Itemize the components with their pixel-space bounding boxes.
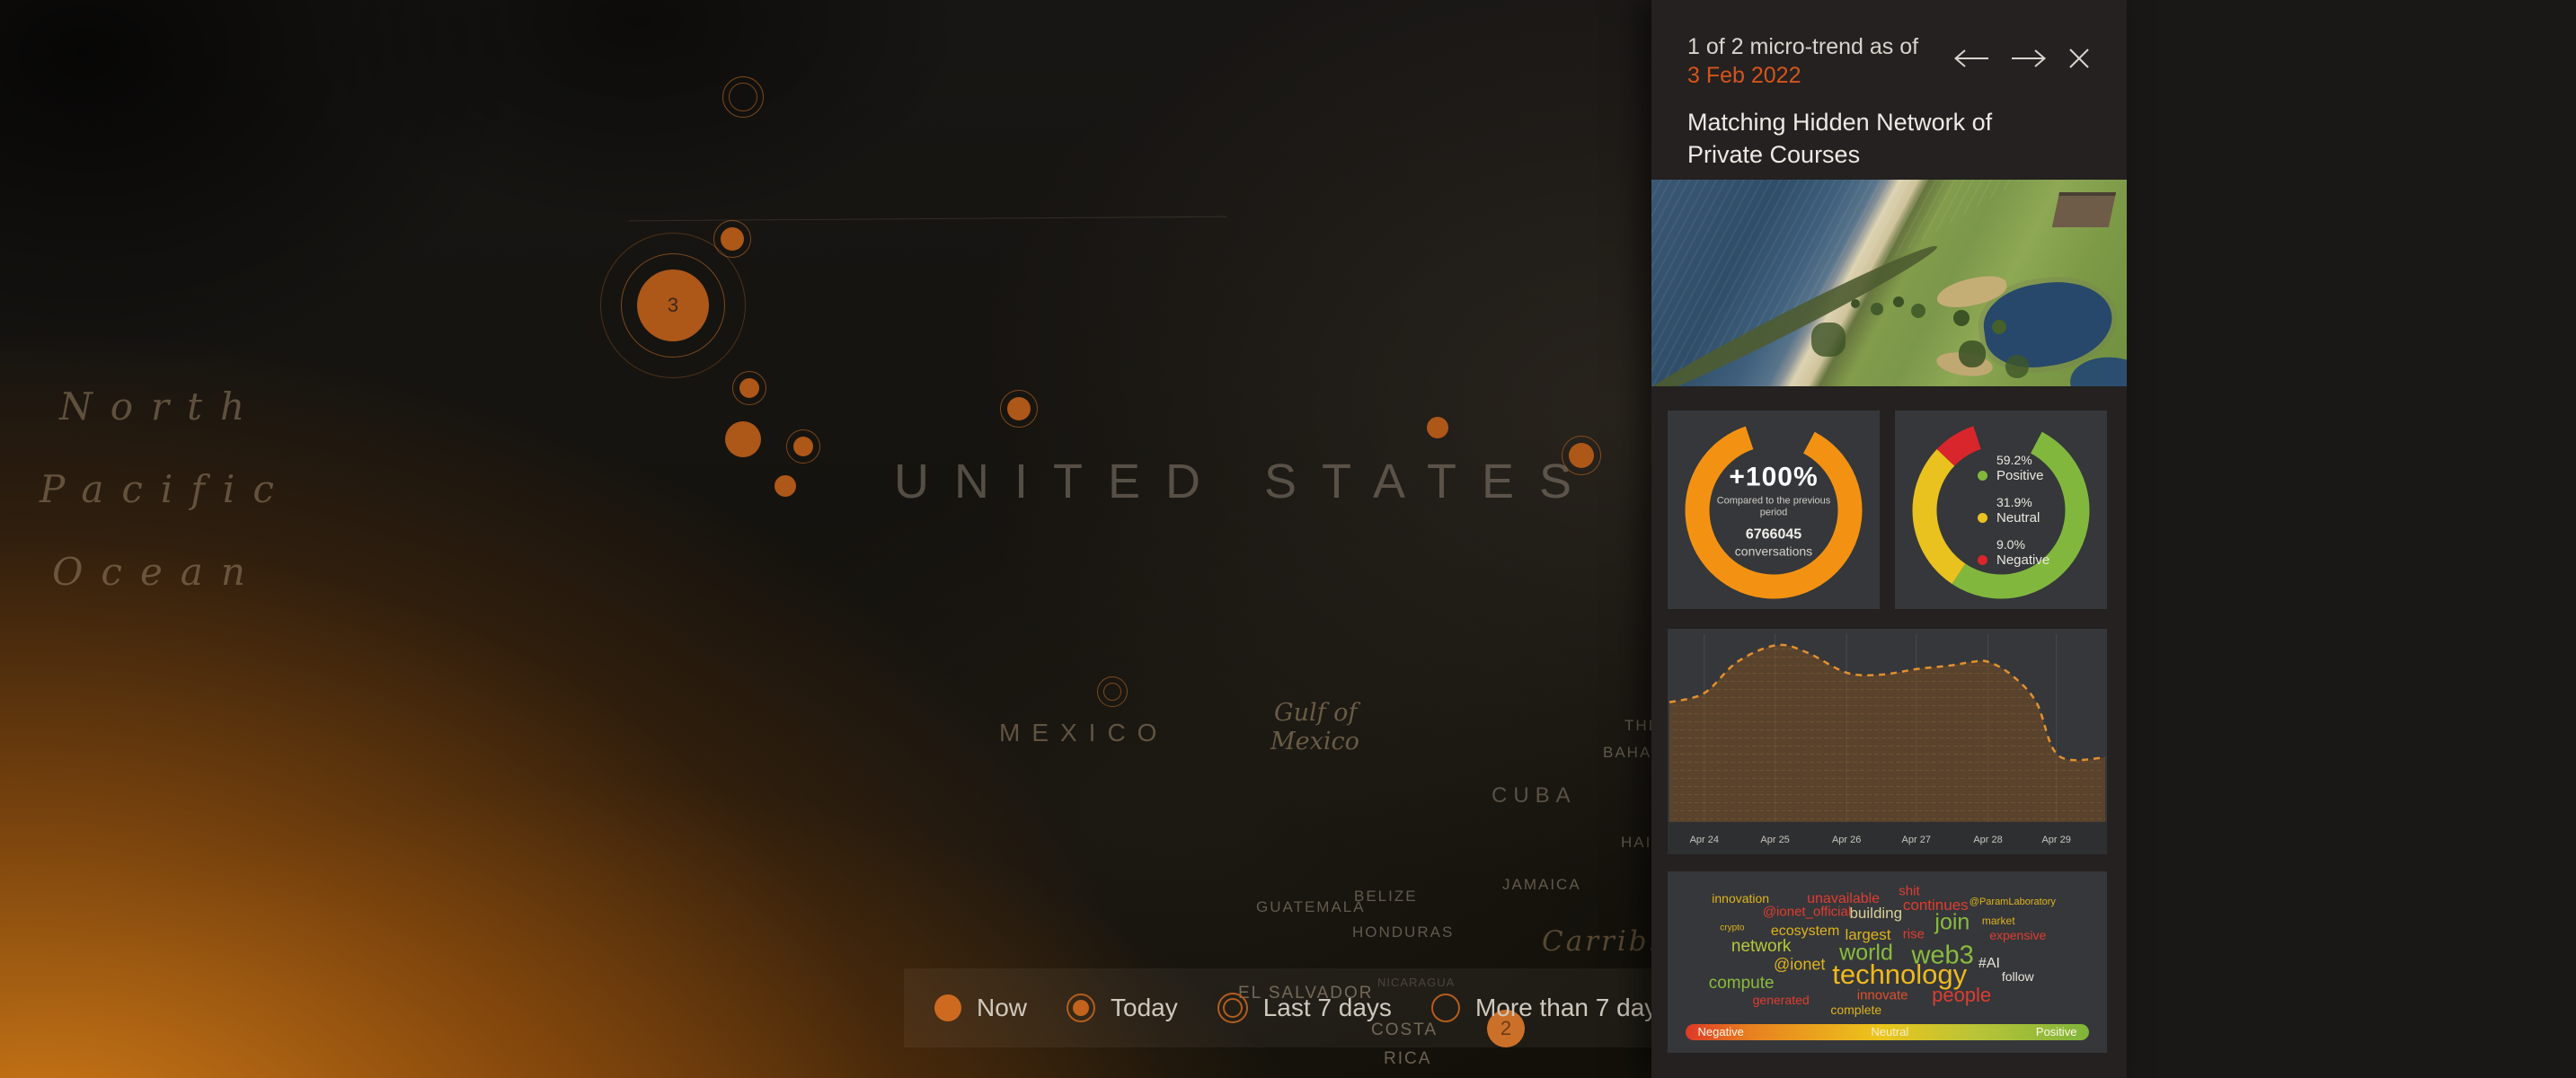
cloud-word: #AI [1978, 956, 2000, 972]
cloud-word: generated [1753, 993, 1810, 1007]
cloud-word: innovate [1857, 988, 1908, 1003]
map-legend-item: Now [934, 994, 1027, 1022]
cloud-word: @ionet [1774, 956, 1825, 975]
map-label: Pacific [40, 467, 292, 511]
cloud-word: network [1731, 937, 1792, 957]
cloud-word: building [1849, 905, 1902, 923]
legend-solid-icon [934, 994, 961, 1021]
legend-ring-icon [1431, 994, 1460, 1022]
sand-bunker-2 [1935, 349, 1995, 380]
sentiment-donut-card: 59.2%Positive 31.9%Neutral 9.0%Negative [1895, 411, 2107, 609]
x-tick-label: Apr 27 [1902, 835, 1931, 845]
sentiment-legend-item: 59.2%Positive [1978, 453, 2049, 483]
x-tick-label: Apr 26 [1832, 835, 1861, 845]
legend-label: Last 7 days [1263, 994, 1392, 1022]
cloud-word: crypto [1720, 923, 1744, 932]
arrow-right-icon [2010, 48, 2048, 69]
sentiment-label: Negative [1996, 552, 2049, 568]
trees [1851, 299, 1860, 308]
sentiment-legend-item: 31.9%Neutral [1978, 495, 2049, 526]
x-tick-label: Apr 25 [1760, 835, 1789, 845]
map-label: MEXICO [999, 719, 1168, 747]
map-label: GUATEMALA [1256, 898, 1366, 916]
conversation-count-label: conversations [1706, 543, 1841, 558]
map-label: UNITED STATES [894, 454, 1597, 509]
sentiment-dot-icon [1978, 555, 1987, 565]
sentiment-pct: 31.9% [1996, 495, 2049, 509]
trend-counter: 1 of 2 micro-trend as of [1687, 34, 1918, 60]
map-legend-item: Today [1067, 994, 1178, 1022]
arrow-left-icon [1952, 48, 1990, 69]
prev-trend-button[interactable] [1952, 48, 1990, 69]
legend-label: Today [1111, 994, 1178, 1022]
cloud-word: complete [1830, 1003, 1881, 1017]
map-label: Mexico [1270, 728, 1359, 755]
map-label: RICA [1384, 1049, 1431, 1069]
close-panel-button[interactable] [2067, 47, 2091, 70]
map-legend-item: Last 7 days [1217, 993, 1392, 1023]
scale-neutral-label: Neutral [1871, 1025, 1908, 1038]
sentiment-label: Positive [1996, 468, 2044, 483]
close-icon [2067, 47, 2091, 70]
x-tick-label: Apr 24 [1690, 835, 1719, 845]
sentiment-legend-item: 9.0%Negative [1978, 537, 2049, 568]
legend-label: Now [977, 994, 1027, 1022]
map-label: Gulf of [1274, 699, 1357, 727]
map-label: JAMAICA [1502, 876, 1581, 894]
map-label: Ocean [52, 550, 263, 594]
word-cloud-card: innovationunavailableshitcontinues@Param… [1668, 871, 2107, 1053]
cloud-word: people [1932, 984, 1991, 1007]
sentiment-label: Neutral [1996, 510, 2040, 526]
cloud-word: @ParamLaboratory [1970, 897, 2056, 907]
sentiment-scale-bar: Negative Neutral Positive [1686, 1024, 2090, 1040]
cloud-word: market [1982, 915, 2015, 927]
map-label: North [59, 384, 262, 429]
sentiment-dot-icon [1978, 471, 1987, 481]
x-tick-label: Apr 29 [2041, 835, 2070, 845]
cloud-word: follow [2002, 969, 2034, 984]
map-label: CUBA [1492, 783, 1577, 808]
volume-caption: Compared to the previous period [1706, 495, 1841, 518]
trend-photo-golf-course [1651, 180, 2127, 386]
cloud-word: compute [1709, 974, 1775, 994]
cloud-word: @ionet_official [1763, 905, 1851, 920]
next-trend-button[interactable] [2010, 48, 2048, 69]
sentiment-pct: 9.0% [1996, 537, 2049, 552]
micro-trend-panel: 1 of 2 micro-trend as of 3 Feb 2022 Matc… [1651, 0, 2127, 1078]
marker-count: 3 [668, 296, 678, 315]
trend-title: Matching Hidden Network of Private Cours… [1687, 106, 2074, 171]
conversation-count: 6766045 [1706, 526, 1841, 543]
cloud-word: innovation [1712, 891, 1769, 906]
volume-percent: +100% [1706, 462, 1841, 492]
us-canada-border-line [629, 216, 1226, 222]
cloud-word: join [1934, 909, 1970, 935]
trend-area-chart-card: Apr 24 Apr 25 Apr 26 Apr 27 Apr 28 Apr 29 [1668, 629, 2107, 854]
trend-date: 3 Feb 2022 [1687, 63, 1801, 89]
cloud-word: rise [1903, 926, 1925, 941]
scale-positive-label: Positive [2036, 1025, 2077, 1038]
legend-double-ring-icon [1217, 993, 1248, 1023]
cloud-word: expensive [1989, 928, 2046, 942]
sentiment-dot-icon [1978, 513, 1987, 523]
volume-donut-card: +100% Compared to the previous period 67… [1668, 411, 1880, 609]
map-label: HONDURAS [1352, 923, 1454, 941]
sentiment-pct: 59.2% [1996, 453, 2049, 467]
sentiment-legend: 59.2%Positive 31.9%Neutral 9.0%Negative [1978, 453, 2049, 568]
scale-negative-label: Negative [1698, 1025, 1744, 1038]
resort-building [2052, 192, 2117, 227]
x-tick-label: Apr 28 [1973, 835, 2002, 845]
legend-dot-ring-icon [1067, 994, 1095, 1022]
conversation-trend-chart: Apr 24 Apr 25 Apr 26 Apr 27 Apr 28 Apr 29 [1668, 629, 2107, 854]
